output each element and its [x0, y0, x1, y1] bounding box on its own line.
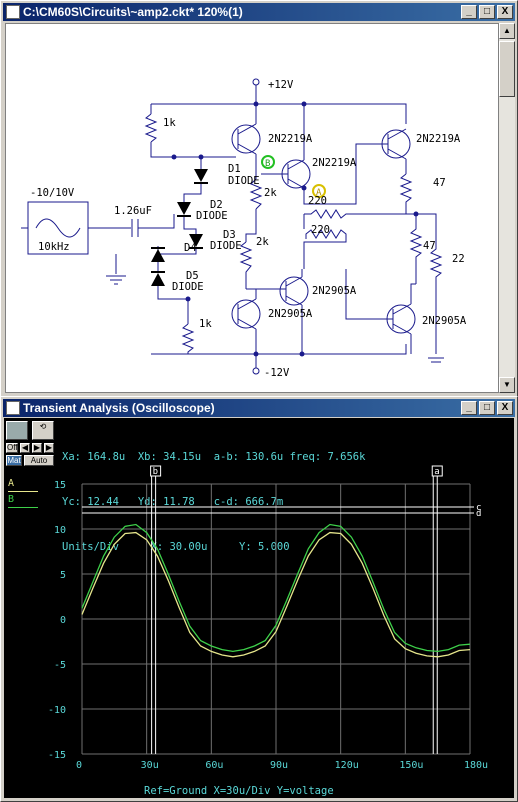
diode-d1-label: D1 [228, 163, 241, 175]
diode-d5-type: DIODE [172, 281, 204, 293]
x-tick-label: 60u [205, 760, 223, 771]
diode-d3-type: DIODE [210, 240, 242, 252]
resistor-22-label: 22 [452, 253, 465, 265]
capacitor-label: 1.26uF [114, 205, 152, 217]
y-tick-label: 5 [60, 570, 66, 581]
y-tick-label: 0 [60, 615, 66, 626]
maximize-button[interactable]: □ [479, 5, 495, 19]
scope-footer: Ref=Ground X=30u/Div Y=voltage [144, 785, 334, 797]
resistor-1k-top-label: 1k [163, 117, 176, 129]
transistor-q5-label: 2N2905A [268, 308, 313, 320]
transistor-q2-label: 2N2219A [312, 157, 357, 169]
y-tick-label: 10 [54, 525, 66, 536]
close-button[interactable]: X [497, 5, 513, 19]
resistor-220-a-label: 220 [308, 195, 327, 207]
diode-d4-label: D4 [184, 242, 197, 254]
resistor-220-b-label: 220 [311, 224, 330, 236]
schematic-vertical-scrollbar[interactable]: ▲ ▼ [499, 23, 515, 393]
source-amplitude-label: -10/10V [30, 187, 75, 199]
minimize-button[interactable]: _ [461, 5, 477, 19]
cursor-a-tag-label: a [434, 467, 439, 477]
app-icon [6, 5, 20, 19]
scope-titlebar[interactable]: Transient Analysis (Oscilloscope) [3, 399, 515, 417]
x-tick-label: 180u [464, 760, 488, 771]
x-tick-label: 120u [335, 760, 359, 771]
scope-app-icon [6, 401, 20, 415]
schematic-canvas[interactable]: B A +12V -12V -10/10V 10kHz 1.26uF 1k 2k… [5, 23, 499, 393]
diode-d2-type: DIODE [196, 210, 228, 222]
scope-minimize-button[interactable]: _ [461, 401, 477, 415]
cursor-d-tag-label: d [476, 509, 481, 519]
transistor-q1-label: 2N2219A [268, 133, 313, 145]
scroll-thumb[interactable] [499, 41, 515, 97]
scope-plot[interactable]: 0 30u 60u 90u 120u 150u 180u151050-5-10-15 b ac… [4, 418, 514, 798]
scope-title: Transient Analysis (Oscilloscope) [23, 401, 215, 415]
y-tick-label: -5 [54, 660, 66, 671]
scroll-down-arrow-icon[interactable]: ▼ [499, 377, 515, 393]
y-tick-label: -10 [48, 705, 66, 716]
resistor-47-b-label: 47 [423, 240, 436, 252]
scope-maximize-button[interactable]: □ [479, 401, 495, 415]
y-tick-label: 15 [54, 480, 66, 491]
x-tick-label: 150u [399, 760, 423, 771]
axis-ticks: 0 30u 60u 90u 120u 150u 180u 15 10 5 0 -5 -10 -15 [48, 480, 488, 771]
supply-pos-label: +12V [268, 79, 294, 91]
scroll-up-arrow-icon[interactable]: ▲ [499, 23, 515, 39]
transistor-q3-label: 2N2219A [416, 133, 461, 145]
transistor-q6-label: 2N2905A [422, 315, 467, 327]
resistor-1k-bottom-label: 1k [199, 318, 212, 330]
y-tick-label: -15 [48, 750, 66, 761]
resistor-2k-b-label: 2k [256, 236, 269, 248]
probe-b-label: B [265, 159, 270, 169]
cursor-b-tag-label: b [153, 467, 158, 477]
x-tick-label: 0 [76, 760, 82, 771]
schematic-titlebar[interactable]: C:\CM60S\Circuits\~amp2.ckt* 120%(1) [3, 3, 515, 21]
resistor-47-a-label: 47 [433, 177, 446, 189]
cursor-lines: b acd [82, 465, 481, 754]
resistor-2k-a-label: 2k [264, 187, 277, 199]
oscilloscope-panel[interactable]: ⟲ Off ◀ ▶ ▶ Mat Auto Xa: 164.8u Xb: 34.1… [4, 418, 514, 798]
x-tick-label: 30u [141, 760, 159, 771]
source-frequency-label: 10kHz [38, 241, 70, 253]
scope-close-button[interactable]: X [497, 401, 513, 415]
x-tick-label: 90u [270, 760, 288, 771]
plot-grid [81, 483, 471, 755]
schematic-window: C:\CM60S\Circuits\~amp2.ckt* 120%(1) _ □… [0, 0, 518, 398]
transistor-q4-label: 2N2905A [312, 285, 357, 297]
supply-neg-label: -12V [264, 367, 290, 379]
schematic-title: C:\CM60S\Circuits\~amp2.ckt* 120%(1) [23, 5, 243, 19]
diode-d1-type: DIODE [228, 175, 260, 187]
